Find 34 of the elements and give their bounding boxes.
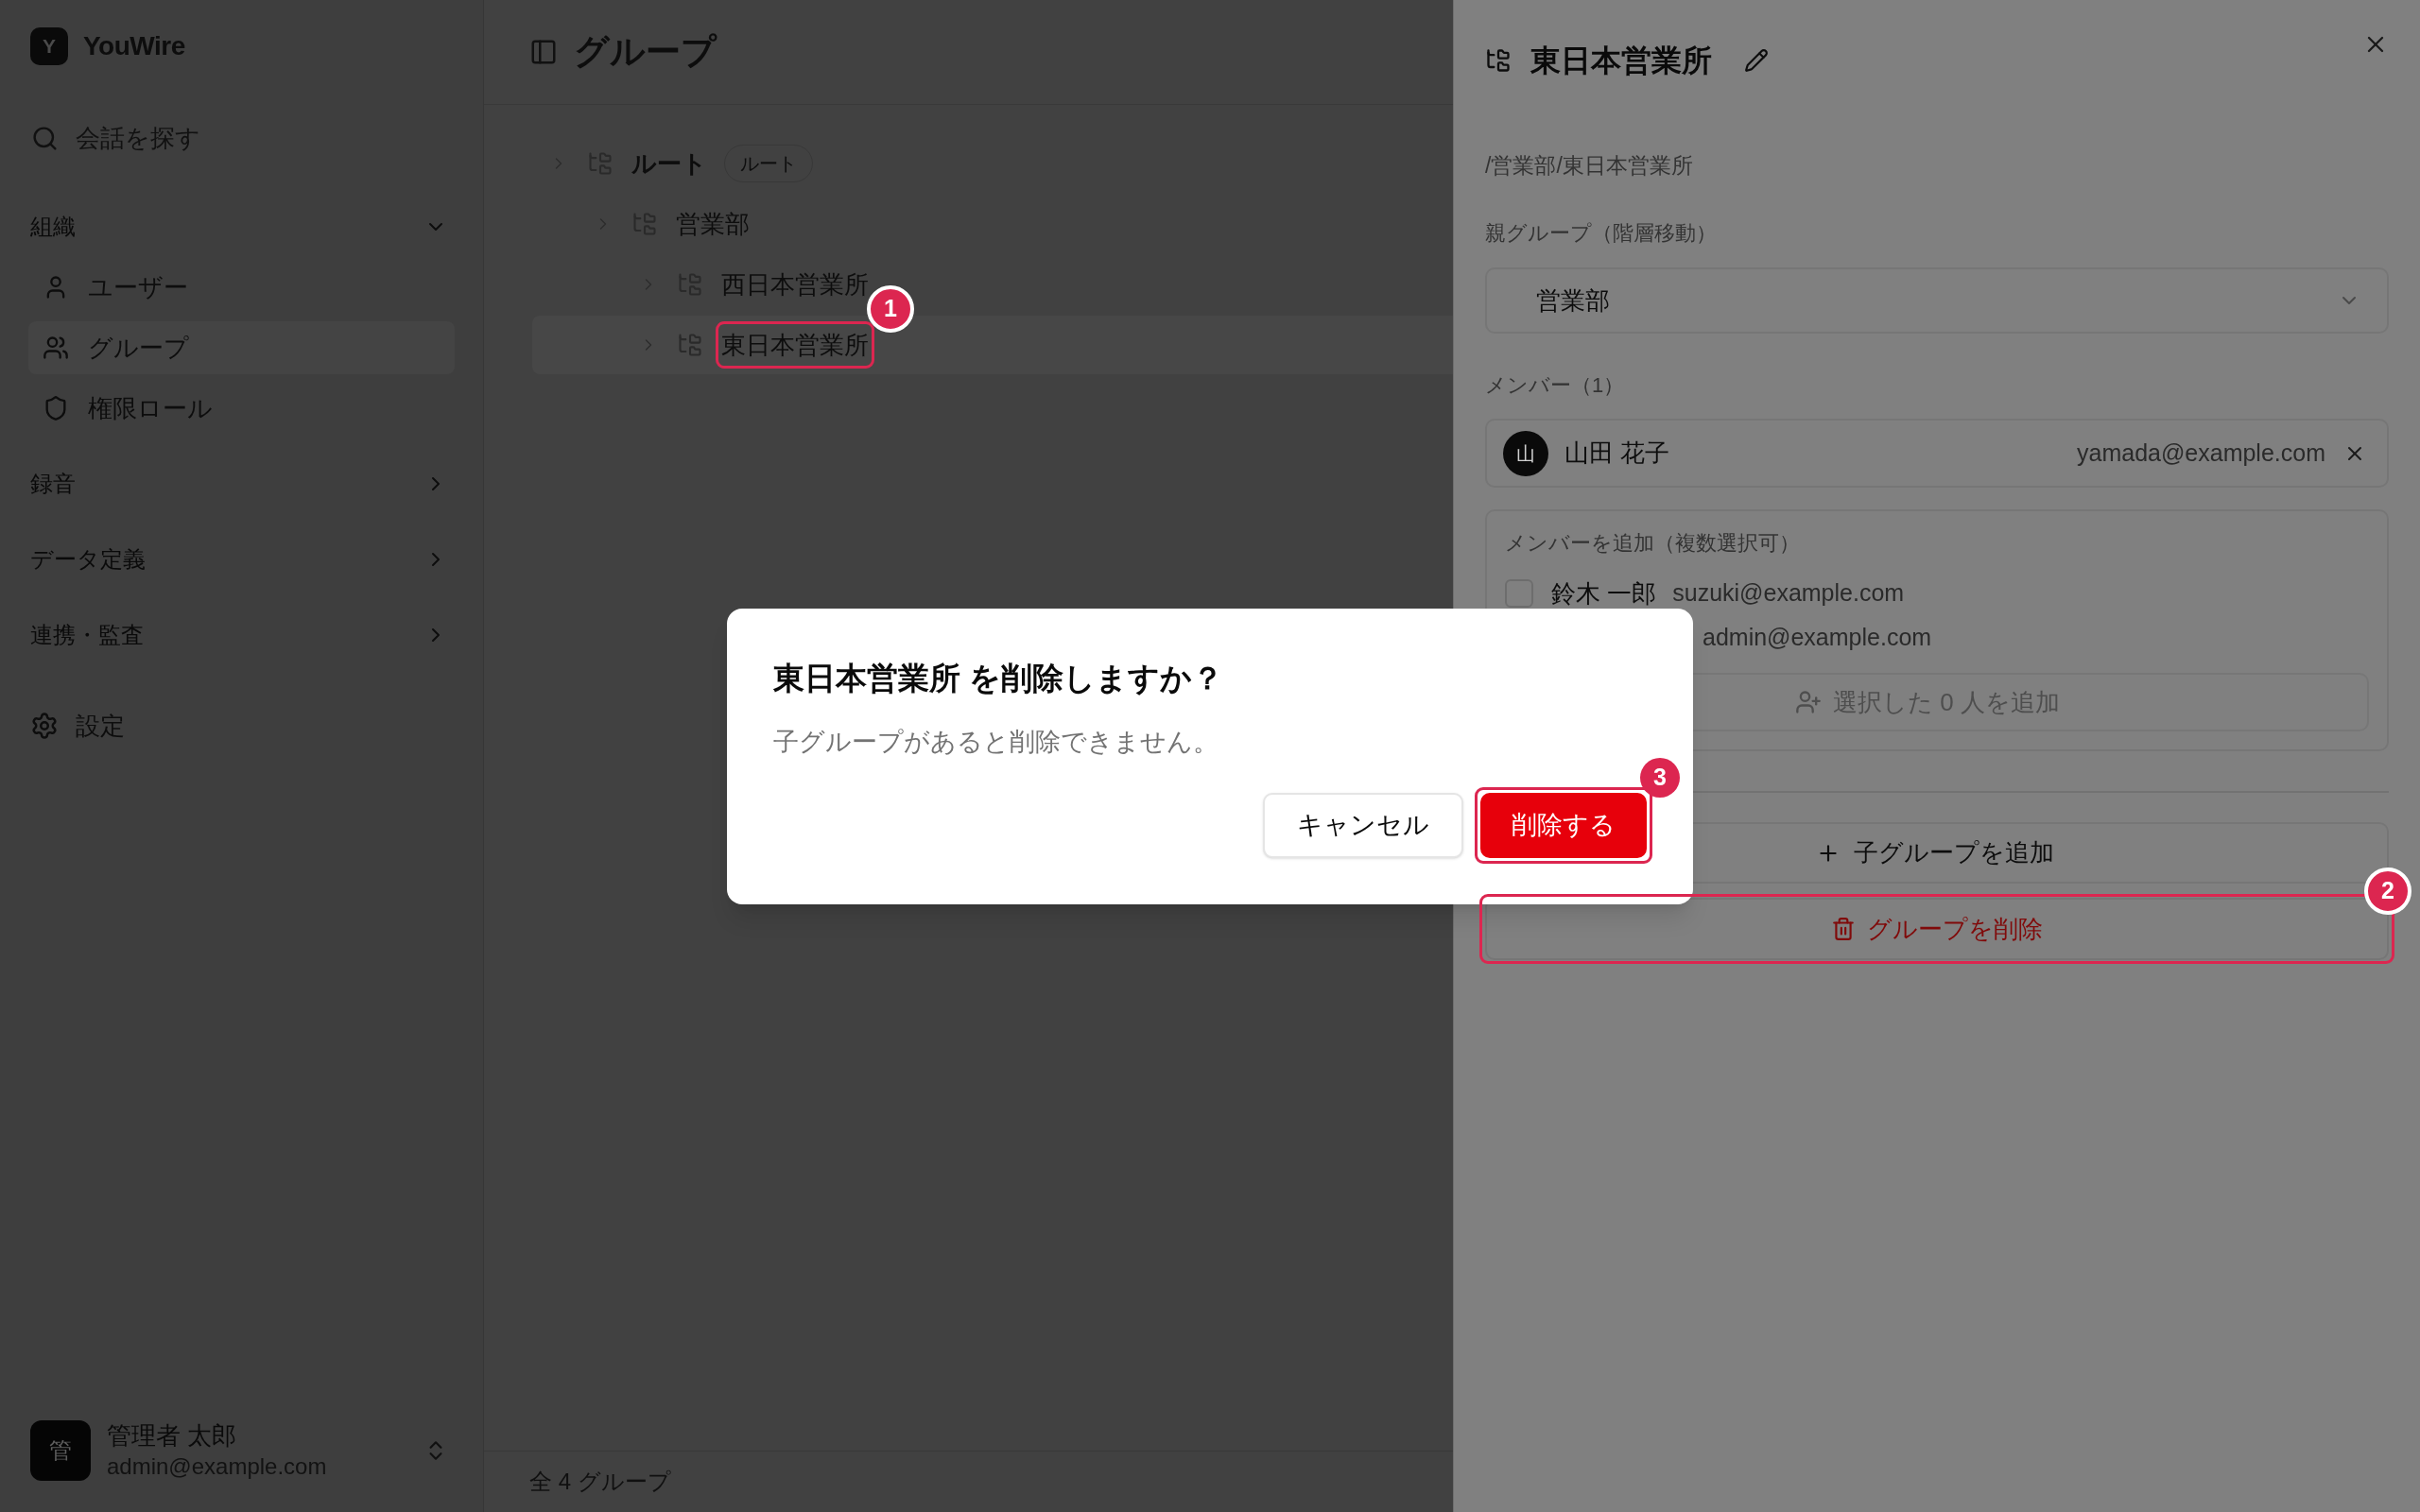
folder-tree-icon	[587, 150, 614, 177]
user-avatar: 管	[30, 1420, 91, 1481]
step-marker: 1	[867, 285, 914, 333]
search-icon	[31, 124, 59, 152]
parent-group-select[interactable]: 営業部	[1485, 267, 2389, 334]
trash-icon	[1831, 917, 1856, 941]
field-label: 親グループ（階層移動）	[1485, 220, 1718, 247]
field-label: メンバー（1）	[1485, 372, 1626, 399]
sidebar-toggle-icon[interactable]	[529, 38, 558, 66]
folder-tree-icon	[631, 211, 658, 237]
cancel-button[interactable]: キャンセル	[1263, 792, 1463, 858]
panel-title: 東日本営業所	[1530, 43, 1712, 79]
field-label: メンバーを追加（複数選択可）	[1505, 530, 1801, 557]
step-marker: 3	[1640, 757, 1680, 798]
delete-button[interactable]: 削除する	[1480, 792, 1647, 858]
app-logo: Y	[30, 27, 68, 65]
folder-tree-icon	[677, 271, 703, 298]
pencil-icon[interactable]	[1744, 48, 1769, 73]
user-plus-icon	[1795, 689, 1822, 715]
member-email: yamada@example.com	[2077, 438, 2325, 468]
candidate-name: 鈴木 一郎	[1551, 577, 1657, 610]
gear-icon	[30, 712, 59, 740]
tree-item-label[interactable]: 東日本営業所	[721, 328, 869, 362]
member-avatar: 山	[1503, 430, 1548, 476]
folder-tree-icon	[1485, 47, 1512, 74]
folder-tree-icon	[677, 332, 703, 358]
users-icon	[43, 335, 69, 361]
step-marker: 2	[2364, 868, 2411, 915]
candidate-email: admin@example.com	[1703, 623, 1932, 653]
member-name: 山田 花子	[1564, 438, 1670, 469]
dialog-description: 子グループがあると削除できません。	[773, 726, 1219, 758]
dialog-title: 東日本営業所 を削除しますか？	[773, 659, 1225, 697]
candidate-email: suzuki@example.com	[1672, 578, 1905, 609]
group-path: /営業部/東日本営業所	[1485, 152, 1694, 180]
